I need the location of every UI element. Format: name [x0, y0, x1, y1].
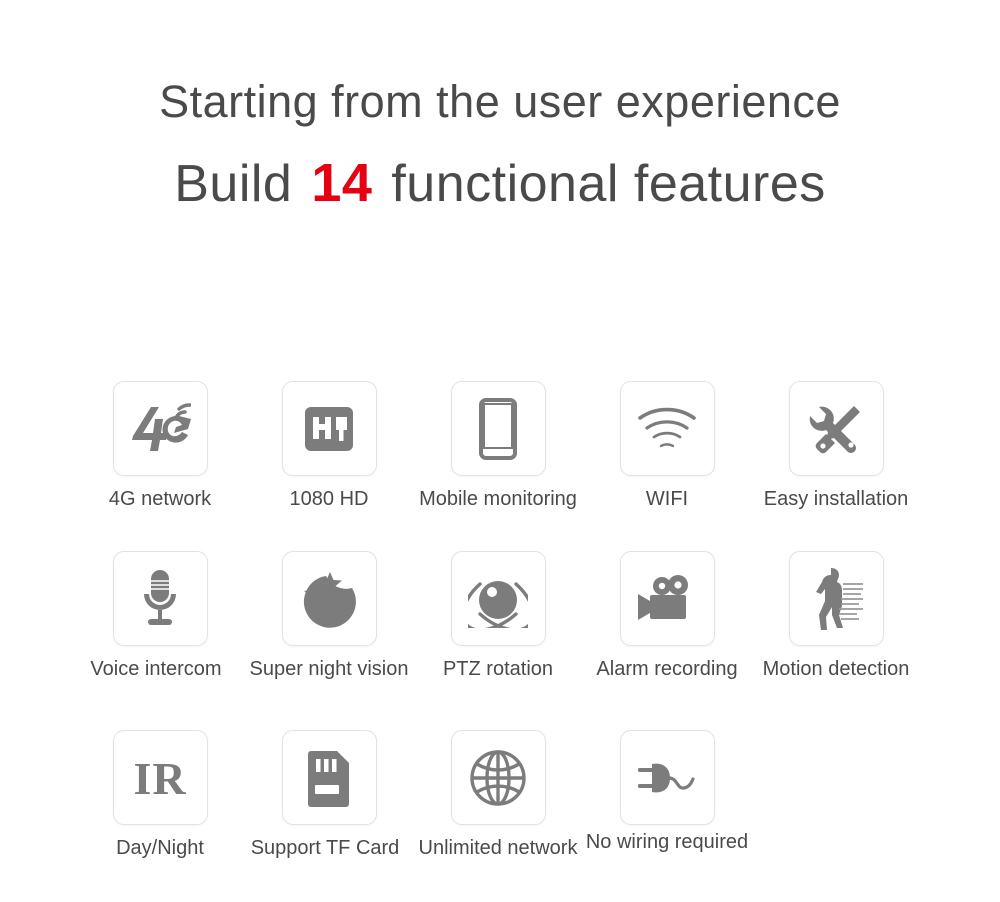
feature-label: Voice intercom [90, 658, 222, 680]
feature-item-easy-installation[interactable]: Easy installation [751, 381, 921, 509]
feature-tile [281, 381, 377, 476]
feature-item-mobile-monitoring[interactable]: Mobile monitoring [413, 381, 583, 509]
feature-item-1080-hd[interactable]: 1080 HD [244, 381, 414, 509]
ir-text-icon: IR [133, 753, 186, 804]
feature-item-support-tf-card[interactable]: Support TF Card [244, 730, 414, 858]
feature-label: WIFI [645, 488, 689, 510]
feature-item-day-night[interactable]: IR Day/Night [75, 730, 245, 858]
feature-tile [281, 730, 377, 825]
movie-camera-icon [638, 574, 688, 620]
feature-tile [619, 551, 715, 646]
feature-tile [619, 381, 715, 476]
orbit-sphere-icon [468, 580, 528, 628]
feature-tile [619, 730, 715, 825]
feature-item-4g-network[interactable]: 4G network [75, 381, 245, 509]
feature-item-alarm-recording[interactable]: Alarm recording [582, 551, 752, 679]
feature-item-wifi[interactable]: WIFI [582, 381, 752, 509]
feature-label: Mobile monitoring [419, 488, 577, 510]
feature-label: Easy installation [763, 488, 909, 510]
feature-label: No wiring required [585, 831, 749, 853]
memory-card-icon [308, 750, 349, 807]
svg-text:IR: IR [133, 753, 186, 804]
4g-network-icon [132, 402, 191, 451]
feature-item-motion-detection[interactable]: Motion detection [751, 551, 921, 679]
feature-label: 4G network [108, 488, 212, 510]
feature-label: Alarm recording [596, 658, 738, 680]
wifi-icon [638, 407, 696, 447]
feature-tile [788, 381, 884, 476]
feature-tile [112, 381, 208, 476]
feature-tile [788, 551, 884, 646]
tools-icon [809, 405, 860, 453]
feature-label: Support TF Card [250, 837, 400, 859]
microphone-icon [144, 569, 176, 625]
feature-item-unlimited-network[interactable]: Unlimited network [413, 730, 583, 858]
feature-item-no-wiring-required[interactable]: No wiring required [582, 730, 752, 852]
feature-label: Super night vision [249, 658, 409, 680]
feature-tile [281, 551, 377, 646]
feature-item-ptz-rotation[interactable]: PTZ rotation [413, 551, 583, 679]
globe-icon [470, 749, 526, 806]
walking-person-icon [816, 567, 863, 630]
feature-tile [112, 551, 208, 646]
smartphone-icon [479, 397, 517, 460]
power-plug-icon [638, 763, 695, 792]
feature-tile [450, 730, 546, 825]
feature-label: Day/Night [116, 837, 204, 859]
feature-label: 1080 HD [289, 488, 369, 510]
feature-label: PTZ rotation [442, 658, 554, 680]
feature-tile: IR [112, 730, 208, 825]
feature-label: Motion detection [762, 658, 910, 680]
feature-item-super-night-vision[interactable]: Super night vision [244, 551, 414, 679]
feature-tile [450, 551, 546, 646]
feature-tile [450, 381, 546, 476]
feature-label: Unlimited network [418, 837, 578, 859]
feature-grid: 4G network 1080 HD Mobile monitoring WIF… [0, 0, 1000, 902]
feature-item-voice-intercom[interactable]: Voice intercom [75, 551, 245, 679]
moon-stars-icon [303, 571, 356, 628]
hd-quality-icon [305, 406, 353, 451]
